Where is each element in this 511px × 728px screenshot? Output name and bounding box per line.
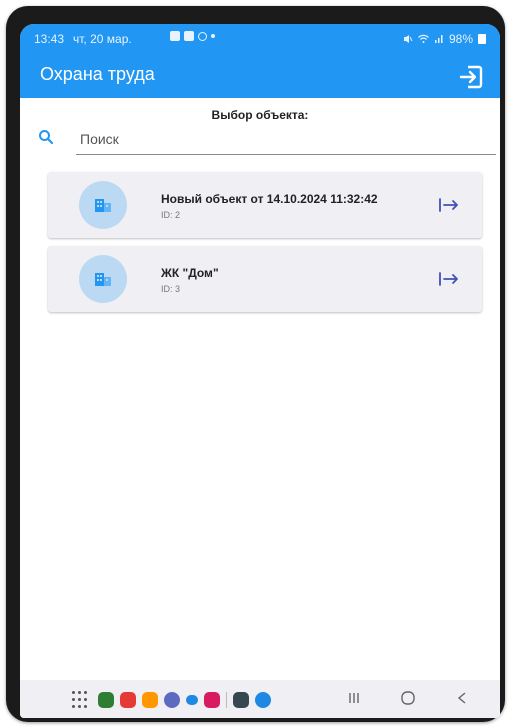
section-title: Выбор объекта: (211, 108, 309, 122)
phone-app-icon[interactable] (98, 692, 114, 708)
system-status: 98% (403, 32, 486, 46)
nav-keys (344, 688, 472, 708)
messages-app-icon[interactable] (120, 692, 136, 708)
home-button[interactable] (398, 688, 418, 708)
recents-button[interactable] (344, 688, 364, 708)
more-notifications-icon (211, 34, 215, 38)
back-button[interactable] (452, 688, 472, 708)
object-title: Новый объект от 14.10.2024 11:32:42 (161, 192, 378, 206)
status-date: чт, 20 мар. (73, 32, 132, 46)
mute-icon (403, 35, 413, 43)
battery-icon (478, 34, 486, 44)
object-avatar (79, 255, 127, 303)
taskbar-apps (70, 689, 271, 711)
wifi-icon (418, 34, 429, 43)
object-title: ЖК "Дом" (161, 266, 219, 280)
building-icon (95, 273, 111, 286)
tablet-frame: 13:43 чт, 20 мар. 98% Охрана труда Выбор… (6, 6, 505, 722)
app-bar: 13:43 чт, 20 мар. 98% Охрана труда (20, 24, 500, 98)
mail-notification-icon (184, 31, 194, 41)
enter-arrow-icon[interactable] (438, 195, 460, 215)
settings-app-icon[interactable] (233, 692, 249, 708)
building-icon (95, 199, 111, 212)
notification-icons (170, 31, 215, 41)
screen: 13:43 чт, 20 мар. 98% Охрана труда Выбор… (20, 24, 500, 718)
enter-arrow-icon[interactable] (438, 269, 460, 289)
logout-button[interactable] (454, 60, 488, 94)
browser-app-icon[interactable] (164, 692, 180, 708)
object-id: ID: 3 (161, 284, 181, 294)
signal-icon (434, 35, 443, 43)
status-bar: 13:43 чт, 20 мар. 98% (20, 24, 500, 52)
object-avatar (79, 181, 127, 229)
taskbar-divider (226, 692, 227, 708)
gallery-app-icon[interactable] (142, 692, 158, 708)
status-time: 13:43 (34, 32, 65, 46)
object-card[interactable]: Новый объект от 14.10.2024 11:32:42 ID: … (48, 172, 482, 238)
chat-app-icon[interactable] (186, 695, 198, 705)
apps-grid-icon[interactable] (70, 689, 92, 711)
search-input[interactable] (76, 124, 496, 155)
search-icon (38, 129, 54, 150)
system-navigation-bar (20, 680, 500, 718)
youtube-app-icon[interactable] (204, 692, 220, 708)
object-id: ID: 2 (161, 210, 181, 220)
logout-icon (459, 65, 483, 89)
app-title: Охрана труда (40, 64, 155, 84)
telegram-app-icon[interactable] (255, 692, 271, 708)
object-card[interactable]: ЖК "Дом" ID: 3 (48, 246, 482, 312)
photo-notification-icon (170, 31, 180, 41)
battery-percent: 98% (448, 32, 473, 46)
settings-notification-icon (198, 31, 207, 41)
